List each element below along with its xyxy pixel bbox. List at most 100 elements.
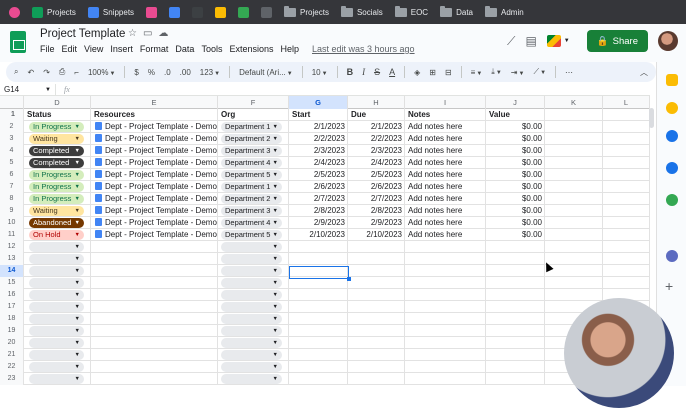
select-all-corner[interactable] [0,96,24,109]
print-icon[interactable]: ⎙ [59,67,65,77]
org-cell[interactable]: ▼ [218,313,289,325]
status-dropdown-chip[interactable]: ▼ [29,326,84,336]
column-header-f[interactable]: F [218,96,289,109]
activity-trend-icon[interactable]: ⟋ [507,34,515,49]
resource-link[interactable]: Dept - Project Template - Demo [105,206,217,215]
status-dropdown-chip[interactable]: Waiting ▼ [29,206,84,216]
resource-link[interactable]: Dept - Project Template - Demo [105,134,217,143]
resource-link[interactable]: Dept - Project Template - Demo [105,158,217,167]
org-dropdown-chip[interactable]: Department 1 ▼ [221,122,282,132]
empty-cell[interactable] [545,205,603,217]
resource-cell[interactable]: Dept - Project Template - Demo [91,193,218,205]
tasks-icon[interactable] [666,130,678,142]
notes-cell[interactable]: Add notes here [405,157,486,169]
org-cell[interactable]: Department 5 ▼ [218,169,289,181]
org-cell[interactable]: Department 4 ▼ [218,217,289,229]
empty-cell[interactable] [603,229,650,241]
status-dropdown-chip[interactable]: ▼ [29,290,84,300]
empty-cell[interactable] [405,289,486,301]
status-dropdown-chip[interactable]: Abandoned ▼ [29,218,84,228]
empty-cell[interactable] [545,157,603,169]
status-dropdown-chip[interactable]: ▼ [29,302,84,312]
bookmark-item[interactable]: Admin [480,2,529,22]
row-number[interactable]: 16 [0,289,24,301]
column-header-h[interactable]: H [348,96,405,109]
column-header-d[interactable]: D [24,96,91,109]
empty-cell[interactable] [289,301,348,313]
empty-cell[interactable] [603,241,650,253]
value-cell[interactable]: $0.00 [486,229,545,241]
row-number[interactable]: 14 [0,265,24,277]
status-cell[interactable]: ▼ [24,337,91,349]
org-cell[interactable]: Department 3 ▼ [218,145,289,157]
empty-cell[interactable] [603,181,650,193]
sheets-logo-icon[interactable] [10,31,26,53]
row-number[interactable]: 20 [0,337,24,349]
resource-cell[interactable] [91,361,218,373]
org-dropdown-chip[interactable]: ▼ [221,326,282,336]
paint-format-icon[interactable]: ⌐ [74,68,79,77]
row-number[interactable]: 15 [0,277,24,289]
status-dropdown-chip[interactable]: ▼ [29,374,84,384]
empty-cell[interactable] [405,337,486,349]
due-date-cell[interactable]: 2/1/2023 [348,121,405,133]
due-date-cell[interactable]: 2/8/2023 [348,205,405,217]
org-cell[interactable]: ▼ [218,241,289,253]
org-cell[interactable]: ▼ [218,265,289,277]
start-date-cell[interactable]: 2/6/2023 [289,181,348,193]
resource-cell[interactable]: Dept - Project Template - Demo [91,181,218,193]
org-cell[interactable]: Department 1 ▼ [218,121,289,133]
status-cell[interactable]: ▼ [24,289,91,301]
value-cell[interactable]: $0.00 [486,157,545,169]
document-title[interactable]: Project Template [40,28,125,40]
start-date-cell[interactable]: 2/2/2023 [289,133,348,145]
column-header-i[interactable]: I [405,96,486,109]
cloud-status-icon[interactable]: ☁ [158,28,168,39]
due-date-cell[interactable]: 2/4/2023 [348,157,405,169]
empty-cell[interactable] [545,265,603,277]
row-number[interactable]: 6 [0,169,24,181]
resource-cell[interactable] [91,277,218,289]
empty-cell[interactable] [348,349,405,361]
move-folder-icon[interactable]: ▭ [143,28,152,39]
bold-button[interactable]: B [347,67,354,77]
comments-icon[interactable]: ▤ [525,34,536,48]
value-cell[interactable]: $0.00 [486,169,545,181]
resource-cell[interactable]: Dept - Project Template - Demo [91,217,218,229]
org-dropdown-chip[interactable]: Department 4 ▼ [221,218,282,228]
header-resources[interactable]: Resources [91,109,218,121]
org-dropdown-chip[interactable]: Department 2 ▼ [221,134,282,144]
row-number[interactable]: 19 [0,325,24,337]
decrease-decimal-button[interactable]: .0 [164,68,171,77]
empty-cell[interactable] [486,253,545,265]
org-cell[interactable]: Department 4 ▼ [218,157,289,169]
notes-cell[interactable]: Add notes here [405,193,486,205]
empty-cell[interactable] [545,181,603,193]
status-cell[interactable]: ▼ [24,325,91,337]
due-date-cell[interactable]: 2/3/2023 [348,145,405,157]
resource-link[interactable]: Dept - Project Template - Demo [105,146,217,155]
empty-cell[interactable] [289,337,348,349]
org-cell[interactable]: ▼ [218,337,289,349]
empty-cell[interactable] [486,361,545,373]
font-size-select[interactable]: 10▼ [312,68,328,77]
org-dropdown-chip[interactable]: ▼ [221,242,282,252]
redo-icon[interactable]: ↷ [43,68,50,77]
row-number[interactable]: 13 [0,253,24,265]
empty-cell[interactable] [545,277,603,289]
empty-cell[interactable] [348,265,405,277]
status-cell[interactable]: In Progress ▼ [24,169,91,181]
bookmark-item[interactable] [164,2,185,22]
empty-cell[interactable] [405,313,486,325]
row-number[interactable]: 9 [0,205,24,217]
row-number[interactable]: 21 [0,349,24,361]
menu-extensions[interactable]: Extensions [229,44,273,54]
status-cell[interactable]: ▼ [24,277,91,289]
add-icon[interactable]: + [665,278,673,294]
value-cell[interactable]: $0.00 [486,133,545,145]
status-dropdown-chip[interactable]: ▼ [29,254,84,264]
resource-cell[interactable]: Dept - Project Template - Demo [91,133,218,145]
column-header-j[interactable]: J [486,96,545,109]
notes-cell[interactable]: Add notes here [405,145,486,157]
empty-cell[interactable] [348,289,405,301]
